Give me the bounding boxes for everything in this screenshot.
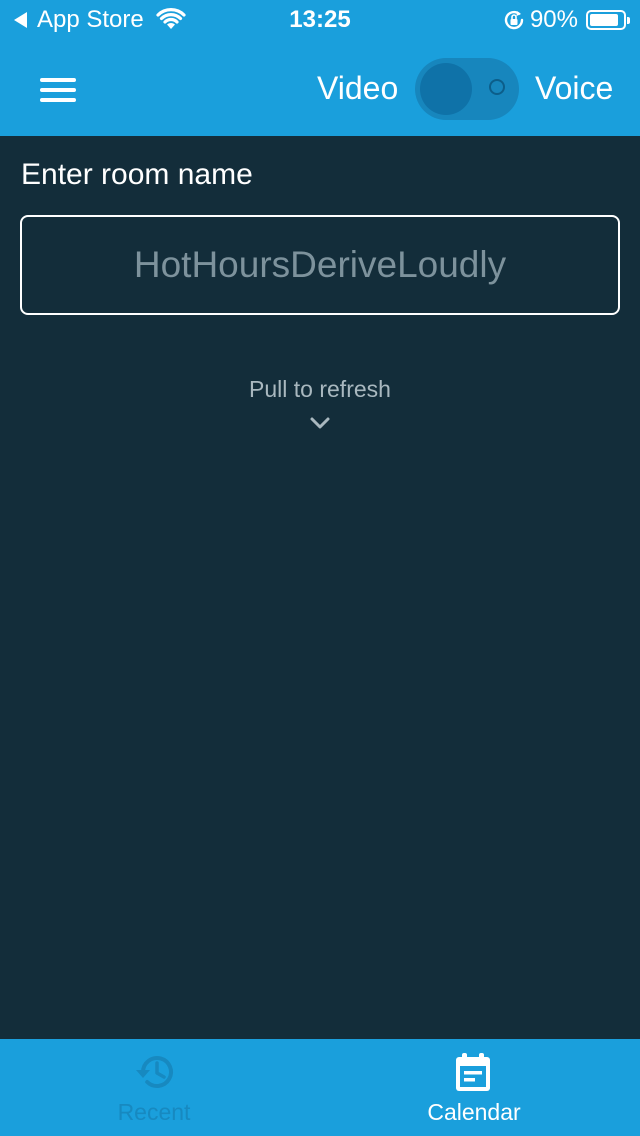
bottom-tab-bar: Recent Calendar [0, 1039, 640, 1136]
app-header: Video Voice [0, 40, 640, 136]
battery-icon [586, 10, 630, 30]
tab-calendar[interactable]: Calendar [320, 1039, 640, 1136]
tab-calendar-label: Calendar [427, 1099, 521, 1125]
hamburger-menu-icon[interactable] [40, 78, 76, 102]
toggle-off-circle-icon [489, 79, 505, 95]
chevron-down-icon [310, 417, 330, 429]
status-right: 90% [502, 6, 630, 34]
battery-percent: 90% [529, 6, 578, 33]
status-bar: App Store 13:25 90% [0, 0, 640, 40]
video-voice-toggle[interactable] [415, 58, 519, 120]
rotation-lock-icon [504, 10, 524, 30]
app-screen: App Store 13:25 90% Video Voice Enter ro… [0, 0, 640, 1136]
history-icon [136, 1056, 173, 1088]
calendar-icon [456, 1053, 490, 1091]
battery-fill [590, 14, 619, 26]
tab-recent-label: Recent [117, 1099, 191, 1125]
toggle-knob [420, 63, 472, 115]
pull-to-refresh-label: Pull to refresh [249, 376, 391, 402]
menu-line [40, 98, 76, 102]
menu-line [40, 88, 76, 92]
menu-line [40, 78, 76, 82]
battery-cap [627, 17, 630, 24]
tab-recent[interactable]: Recent [0, 1039, 320, 1136]
room-name-input[interactable] [20, 215, 620, 315]
video-mode-label[interactable]: Video [317, 70, 398, 107]
voice-mode-label[interactable]: Voice [535, 70, 613, 107]
room-name-label: Enter room name [21, 158, 253, 191]
